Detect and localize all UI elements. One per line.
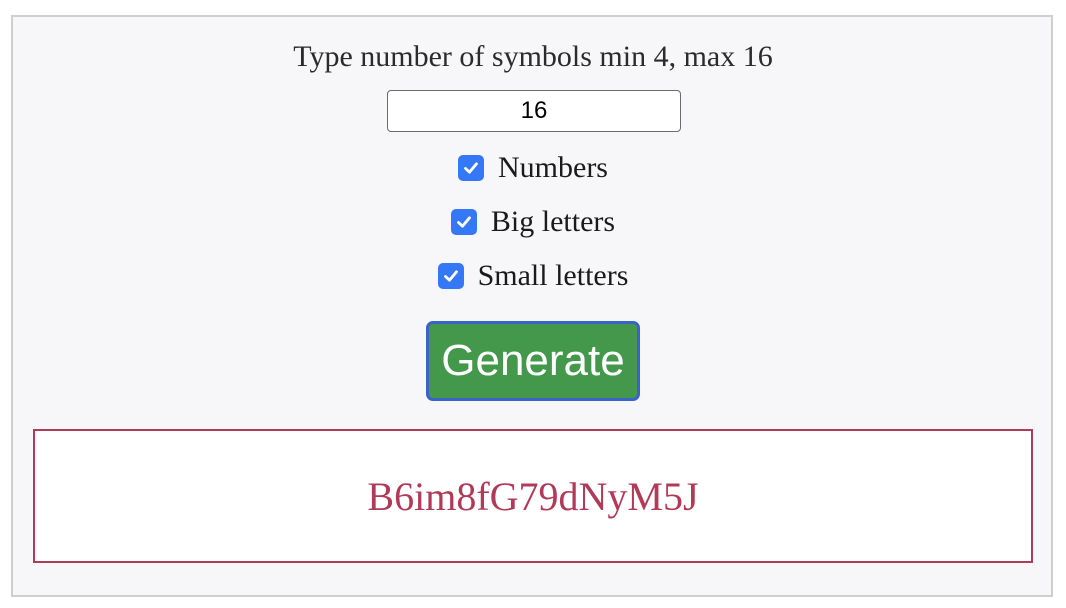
- small-letters-checkbox[interactable]: [437, 263, 464, 289]
- option-numbers[interactable]: Numbers: [13, 150, 1053, 186]
- length-prompt: Type number of symbols min 4, max 16: [293, 40, 773, 73]
- numbers-label: Numbers: [498, 151, 608, 184]
- option-big-letters[interactable]: Big letters: [13, 204, 1053, 240]
- option-small-letters[interactable]: Small letters: [13, 258, 1053, 294]
- password-output: B6im8fG79dNyM5J: [33, 429, 1033, 563]
- big-letters-label: Big letters: [490, 205, 616, 238]
- generator-panel: Type number of symbols min 4, max 16 Num…: [11, 15, 1053, 597]
- symbol-count-input[interactable]: [387, 90, 681, 132]
- numbers-checkbox[interactable]: [458, 155, 484, 181]
- big-letters-checkbox[interactable]: [450, 209, 477, 235]
- checkmark-icon: [464, 162, 478, 174]
- checkmark-icon: [457, 216, 471, 228]
- small-letters-label: Small letters: [477, 259, 629, 292]
- checkmark-icon: [443, 270, 458, 282]
- generated-password: B6im8fG79dNyM5J: [367, 473, 699, 519]
- generate-button[interactable]: Generate: [426, 321, 640, 401]
